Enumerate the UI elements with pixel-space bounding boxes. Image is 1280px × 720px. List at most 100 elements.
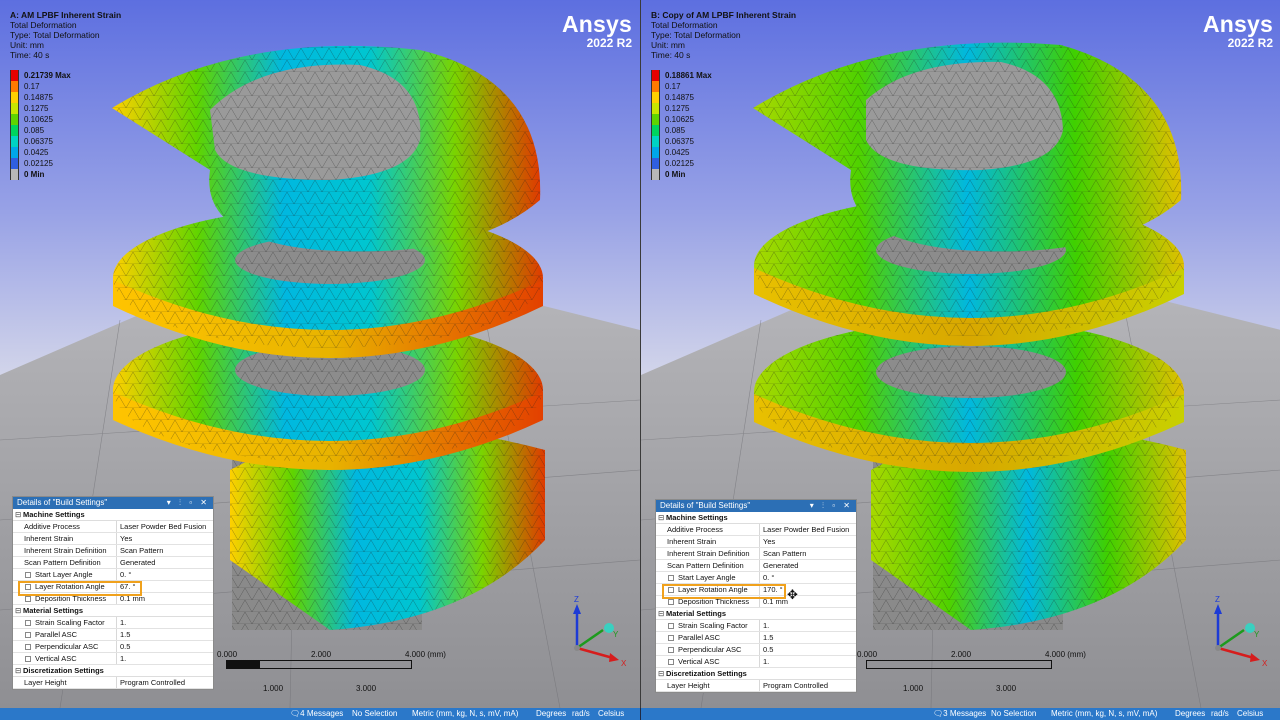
details-row[interactable]: Deposition Thickness 0.1 mm xyxy=(656,596,856,608)
rate-unit-indicator[interactable]: rad/s xyxy=(572,708,590,720)
details-row[interactable]: Deposition Thickness 0.1 mm xyxy=(13,593,213,605)
details-property-value[interactable]: Laser Powder Bed Fusion xyxy=(760,524,856,535)
parameter-checkbox[interactable] xyxy=(25,584,31,590)
parameter-checkbox[interactable] xyxy=(668,599,674,605)
angle-unit-indicator[interactable]: Degrees xyxy=(1175,708,1205,720)
graphics-viewport-b[interactable]: B: Copy of AM LPBF Inherent Strain Total… xyxy=(641,0,1280,708)
details-row[interactable]: Strain Scaling Factor 1. xyxy=(13,617,213,629)
details-row[interactable]: Inherent Strain Definition Scan Pattern xyxy=(13,545,213,557)
details-row[interactable]: Inherent Strain Definition Scan Pattern xyxy=(656,548,856,560)
selection-indicator[interactable]: No Selection xyxy=(352,708,397,720)
parameter-checkbox[interactable] xyxy=(25,644,31,650)
details-row[interactable]: Perpendicular ASC 0.5 xyxy=(656,644,856,656)
details-row[interactable]: Layer Rotation Angle 170. ° xyxy=(656,584,856,596)
messages-indicator[interactable]: 🗨4 Messages xyxy=(290,708,343,720)
details-property-value[interactable]: Yes xyxy=(117,533,213,544)
details-property-value[interactable]: 0.5 xyxy=(760,644,856,655)
details-property-value[interactable]: 1. xyxy=(760,620,856,631)
collapse-icon[interactable]: ⊟ xyxy=(15,665,23,677)
temperature-unit-indicator[interactable]: Celsius xyxy=(598,708,624,720)
parameter-checkbox[interactable] xyxy=(668,659,674,665)
legend-label: 0.02125 xyxy=(665,159,694,168)
parameter-checkbox[interactable] xyxy=(668,647,674,653)
parameter-checkbox[interactable] xyxy=(25,656,31,662)
parameter-checkbox[interactable] xyxy=(668,635,674,641)
details-property-value[interactable]: Scan Pattern xyxy=(117,545,213,556)
details-group-header[interactable]: ⊟ Machine Settings xyxy=(13,509,213,521)
details-row[interactable]: Strain Scaling Factor 1. xyxy=(656,620,856,632)
details-group-header[interactable]: ⊟ Material Settings xyxy=(13,605,213,617)
parameter-checkbox[interactable] xyxy=(668,587,674,593)
details-property-value[interactable]: 0.1 mm xyxy=(117,593,213,604)
details-group-header[interactable]: ⊟ Discretization Settings xyxy=(13,665,213,677)
details-property-value[interactable]: 1. xyxy=(760,656,856,667)
details-property-value[interactable]: Generated xyxy=(760,560,856,571)
legend-swatch xyxy=(651,92,660,103)
collapse-icon[interactable]: ⊟ xyxy=(658,668,666,680)
legend-swatch xyxy=(10,81,19,92)
details-row[interactable]: Additive Process Laser Powder Bed Fusion xyxy=(13,521,213,533)
details-property-value[interactable]: 1. xyxy=(117,617,213,628)
temperature-unit-indicator[interactable]: Celsius xyxy=(1237,708,1263,720)
coordinate-triad[interactable]: Z Y X xyxy=(565,590,635,670)
messages-indicator[interactable]: 🗨3 Messages xyxy=(933,708,986,720)
details-panel[interactable]: Details of "Build Settings" ▾ ⫶ ▫ ✕ ⊟ Machi… xyxy=(12,496,214,690)
panel-window-controls-icon[interactable]: ▾ ⫶ ▫ ✕ xyxy=(810,500,853,512)
details-panel-header[interactable]: Details of "Build Settings" ▾ ⫶ ▫ ✕ xyxy=(656,500,856,512)
details-property-value[interactable]: Yes xyxy=(760,536,856,547)
details-property-value[interactable]: Program Controlled xyxy=(760,680,856,691)
graphics-viewport-a[interactable]: A: AM LPBF Inherent Strain Total Deforma… xyxy=(0,0,640,708)
details-property-value[interactable]: 1. xyxy=(117,653,213,664)
details-property-value[interactable]: 0. ° xyxy=(760,572,856,583)
details-property-label: Start Layer Angle xyxy=(35,570,93,579)
details-row[interactable]: Parallel ASC 1.5 xyxy=(656,632,856,644)
details-group-header[interactable]: ⊟ Machine Settings xyxy=(656,512,856,524)
details-panel-header[interactable]: Details of "Build Settings" ▾ ⫶ ▫ ✕ xyxy=(13,497,213,509)
collapse-icon[interactable]: ⊟ xyxy=(15,605,23,617)
collapse-icon[interactable]: ⊟ xyxy=(658,512,666,524)
parameter-checkbox[interactable] xyxy=(25,632,31,638)
details-property-value[interactable]: Laser Powder Bed Fusion xyxy=(117,521,213,532)
parameter-checkbox[interactable] xyxy=(25,572,31,578)
selection-indicator[interactable]: No Selection xyxy=(991,708,1036,720)
details-property-value[interactable]: Program Controlled xyxy=(117,677,213,688)
unit-system-indicator[interactable]: Metric (mm, kg, N, s, mV, mA) xyxy=(412,708,518,720)
details-row[interactable]: Vertical ASC 1. xyxy=(13,653,213,665)
details-property-value[interactable]: 0.5 xyxy=(117,641,213,652)
details-group-header[interactable]: ⊟ Discretization Settings xyxy=(656,668,856,680)
details-property-value[interactable]: 0.1 mm xyxy=(760,596,856,607)
details-panel[interactable]: Details of "Build Settings" ▾ ⫶ ▫ ✕ ⊟ Machi… xyxy=(655,499,857,693)
collapse-icon[interactable]: ⊟ xyxy=(658,608,666,620)
details-row[interactable]: Perpendicular ASC 0.5 xyxy=(13,641,213,653)
details-row[interactable]: Additive Process Laser Powder Bed Fusion xyxy=(656,524,856,536)
angle-unit-indicator[interactable]: Degrees xyxy=(536,708,566,720)
coordinate-triad[interactable]: Z Y X xyxy=(1206,590,1276,670)
details-property-value[interactable]: Generated xyxy=(117,557,213,568)
details-row[interactable]: Inherent Strain Yes xyxy=(656,536,856,548)
parameter-checkbox[interactable] xyxy=(25,596,31,602)
panel-window-controls-icon[interactable]: ▾ ⫶ ▫ ✕ xyxy=(167,497,210,509)
details-row[interactable]: Layer Height Program Controlled xyxy=(13,677,213,689)
details-property-value[interactable]: 1.5 xyxy=(760,632,856,643)
details-row[interactable]: Scan Pattern Definition Generated xyxy=(13,557,213,569)
details-property-value[interactable]: 0. ° xyxy=(117,569,213,580)
parameter-checkbox[interactable] xyxy=(668,623,674,629)
details-property-value[interactable]: 1.5 xyxy=(117,629,213,640)
parameter-checkbox[interactable] xyxy=(25,620,31,626)
details-property-value[interactable]: Scan Pattern xyxy=(760,548,856,559)
details-row[interactable]: Layer Height Program Controlled xyxy=(656,680,856,692)
details-row[interactable]: Start Layer Angle 0. ° xyxy=(656,572,856,584)
details-row[interactable]: Layer Rotation Angle 67. ° xyxy=(13,581,213,593)
unit-system-indicator[interactable]: Metric (mm, kg, N, s, mV, mA) xyxy=(1051,708,1157,720)
parameter-checkbox[interactable] xyxy=(668,575,674,581)
details-row[interactable]: Start Layer Angle 0. ° xyxy=(13,569,213,581)
details-row[interactable]: Inherent Strain Yes xyxy=(13,533,213,545)
rate-unit-indicator[interactable]: rad/s xyxy=(1211,708,1229,720)
details-row[interactable]: Vertical ASC 1. xyxy=(656,656,856,668)
details-property-value[interactable]: 67. ° xyxy=(117,581,213,592)
details-property-value[interactable]: 170. ° xyxy=(760,584,856,595)
details-row[interactable]: Scan Pattern Definition Generated xyxy=(656,560,856,572)
collapse-icon[interactable]: ⊟ xyxy=(15,509,23,521)
details-row[interactable]: Parallel ASC 1.5 xyxy=(13,629,213,641)
details-group-header[interactable]: ⊟ Material Settings xyxy=(656,608,856,620)
